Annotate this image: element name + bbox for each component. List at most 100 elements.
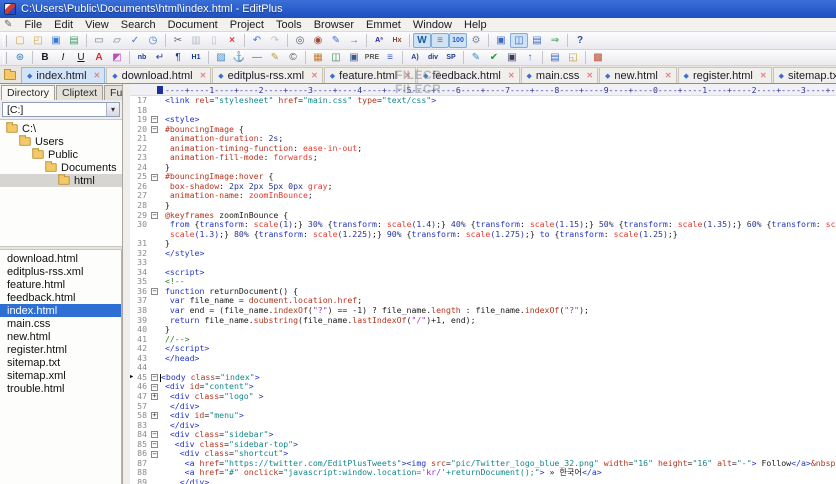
preferences-button[interactable]: ⚙ xyxy=(467,33,485,48)
split-window-button[interactable]: ◫ xyxy=(510,33,528,48)
insert-image-button[interactable]: ▨ xyxy=(212,50,230,65)
code-line-88[interactable]: 88 <a href = "#" onclick = "javascript:windo… xyxy=(130,468,836,478)
code-line-23[interactable]: 23 animation-fill-mode: forwards; xyxy=(130,153,836,163)
view-in-browser-button[interactable]: ⊛ xyxy=(11,50,29,65)
preformatted-button[interactable]: PRE xyxy=(363,50,381,65)
file-item-new-html[interactable]: new.html xyxy=(0,330,121,343)
new-document-button[interactable]: ▢ xyxy=(11,33,29,48)
fold-collapse-icon[interactable]: − xyxy=(151,211,158,219)
anchor-name-button[interactable]: A) xyxy=(406,50,424,65)
fold-collapse-icon[interactable]: − xyxy=(151,173,158,181)
sidebar-tab-cliptext[interactable]: Cliptext xyxy=(56,85,104,100)
code-line-wrap[interactable]: scale (1.3);} 80% {transform: scale (1.225… xyxy=(130,230,836,240)
file-item-sitemap-xml[interactable]: sitemap.xml xyxy=(0,369,121,382)
close-icon[interactable]: ✕ xyxy=(94,71,101,80)
special-character-button[interactable]: © xyxy=(284,50,302,65)
code-line-17[interactable]: 17 <link rel = "stylesheet" href = "main.css… xyxy=(130,96,836,106)
div-tag-button[interactable]: div xyxy=(424,50,442,65)
tree-item-public[interactable]: Public xyxy=(0,148,122,161)
change-case-button[interactable]: Aª xyxy=(370,33,388,48)
tab-register.html[interactable]: ◆ register.html ✕ xyxy=(677,67,772,83)
open-file-button[interactable]: ◰ xyxy=(29,33,47,48)
code-line-24[interactable]: 24 } xyxy=(130,163,836,173)
code-line-58[interactable]: 58 + <div id = "menu" > xyxy=(130,411,836,421)
code-line-45[interactable]: ▶ 45− <body class = "index" > xyxy=(130,373,836,383)
tab-index.html[interactable]: ◆ index.html ✕ xyxy=(21,67,106,83)
view-source-button[interactable]: ◱ xyxy=(564,50,582,65)
file-item-feature-html[interactable]: feature.html xyxy=(0,278,121,291)
fold-collapse-icon[interactable]: − xyxy=(151,116,158,124)
fold-expand-icon[interactable]: + xyxy=(151,393,158,401)
close-icon[interactable]: ✕ xyxy=(404,71,411,80)
undo-button[interactable]: ↶ xyxy=(248,33,266,48)
document-list-folder-icon[interactable] xyxy=(4,69,16,80)
code-line-31[interactable]: 31 } xyxy=(130,239,836,249)
code-line-57[interactable]: 57 </div> xyxy=(130,402,836,412)
code-line-18[interactable]: 18 xyxy=(130,106,836,116)
table-cell-button[interactable]: ◫ xyxy=(327,50,345,65)
tab-sitemap.txt[interactable]: ◆sitemap.txt✕ xyxy=(772,67,836,83)
code-line-37[interactable]: 37 var file_name = document.location.hre… xyxy=(130,296,836,306)
code-line-30[interactable]: 30 from {transform: scale (1);} 30% {tran… xyxy=(130,220,836,230)
spell-check-button[interactable]: ✓ xyxy=(126,33,144,48)
line-break-button[interactable]: ↵ xyxy=(151,50,169,65)
full-screen-button[interactable]: ▣ xyxy=(492,33,510,48)
code-line-47[interactable]: 47 + <div class = "logo" > xyxy=(130,392,836,402)
tree-item-users[interactable]: Users xyxy=(0,135,122,148)
underline-button[interactable]: U xyxy=(72,50,90,65)
code-line-44[interactable]: 44 xyxy=(130,363,836,373)
menu-file[interactable]: File xyxy=(18,19,48,31)
file-item-editplus-rss-xml[interactable]: editplus-rss.xml xyxy=(0,265,121,278)
anchor-button[interactable]: ⚓ xyxy=(230,50,248,65)
browser-list-button[interactable]: ▤ xyxy=(546,50,564,65)
tab-main.css[interactable]: ◆ main.css ✕ xyxy=(520,67,599,83)
file-item-trouble-html[interactable]: trouble.html xyxy=(0,382,121,395)
span-tag-button[interactable]: SP xyxy=(442,50,460,65)
syntax-check-button[interactable]: ✔ xyxy=(485,50,503,65)
fold-collapse-icon[interactable]: − xyxy=(151,431,158,439)
open-recent-button[interactable]: ◷ xyxy=(144,33,162,48)
code-line-33[interactable]: 33 xyxy=(130,258,836,268)
edit-script-button[interactable]: ✎ xyxy=(467,50,485,65)
fold-collapse-icon[interactable]: − xyxy=(151,450,158,458)
upload-button[interactable]: ↑ xyxy=(521,50,539,65)
code-line-89[interactable]: 89 </div> xyxy=(130,478,836,484)
code-line-87[interactable]: 87 <a href = "https://twitter.com/EditPlus… xyxy=(130,459,836,469)
auto-indent-button[interactable]: ≡ xyxy=(431,33,449,48)
file-item-sitemap-txt[interactable]: sitemap.txt xyxy=(0,356,121,369)
code-line-43[interactable]: 43 </head> xyxy=(130,354,836,364)
tree-item-documents[interactable]: Documents xyxy=(0,161,122,174)
menu-browser[interactable]: Browser xyxy=(308,19,360,31)
find-in-files-button[interactable]: ✎ xyxy=(327,33,345,48)
file-item-download-html[interactable]: download.html xyxy=(0,252,121,265)
delete-button[interactable]: × xyxy=(223,33,241,48)
find-button[interactable]: ◎ xyxy=(291,33,309,48)
code-line-36[interactable]: 36− function returnDocument() { xyxy=(130,287,836,297)
close-icon[interactable]: ✕ xyxy=(760,71,767,80)
paste-button[interactable]: ▯ xyxy=(205,33,223,48)
new-horizontal-window-button[interactable]: ▤ xyxy=(528,33,546,48)
tab-feedback.html[interactable]: ◆ feedback.html ✕ xyxy=(416,67,520,83)
redo-button[interactable]: ↷ xyxy=(266,33,284,48)
toolbar-grip-2[interactable] xyxy=(3,51,7,64)
file-item-feedback-html[interactable]: feedback.html xyxy=(0,291,121,304)
horizontal-rule-button[interactable]: ― xyxy=(248,50,266,65)
toolbar-grip[interactable] xyxy=(3,34,7,47)
vertical-splitter[interactable] xyxy=(122,84,130,484)
fold-collapse-icon[interactable]: − xyxy=(151,440,158,448)
menu-document[interactable]: Document xyxy=(162,19,224,31)
highlight-button[interactable]: ✎ xyxy=(266,50,284,65)
hex-viewer-button[interactable]: Hx xyxy=(388,33,406,48)
chevron-down-icon[interactable]: ▾ xyxy=(106,103,119,116)
sidebar-tab-directory[interactable]: Directory xyxy=(1,85,56,100)
save-remote-button[interactable]: ▣ xyxy=(503,50,521,65)
side-by-side-button[interactable]: ⇒ xyxy=(546,33,564,48)
menu-edit[interactable]: Edit xyxy=(48,19,79,31)
tree-item-c[interactable]: C:\ xyxy=(0,122,122,135)
unordered-list-button[interactable]: ≡ xyxy=(381,50,399,65)
code-line-35[interactable]: 35 <!-- xyxy=(130,277,836,287)
menu-view[interactable]: View xyxy=(79,19,115,31)
code-line-20[interactable]: 20− #bouncingImage { xyxy=(130,125,836,135)
menu-project[interactable]: Project xyxy=(224,19,270,31)
save-button[interactable]: ▣ xyxy=(47,33,65,48)
